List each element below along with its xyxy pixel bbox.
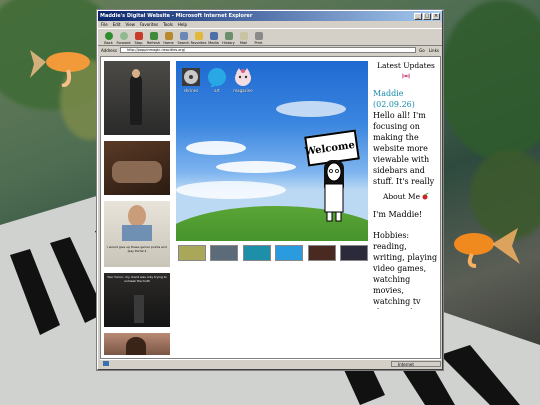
refresh-button[interactable]: Refresh (146, 32, 161, 45)
close-button[interactable]: × (432, 12, 440, 20)
goldfish-icon (30, 50, 90, 87)
favorites-button[interactable]: Favorites (191, 32, 206, 45)
paint-blob-icon (208, 68, 226, 87)
updates-heading: Latest Updates (377, 61, 435, 70)
refresh-icon (149, 32, 158, 40)
photo-woman-portrait[interactable] (104, 333, 170, 355)
desktop-icon-art[interactable]: art (206, 67, 228, 93)
page-content: I would give up these gamer points and p… (100, 56, 441, 359)
about-intro: I'm Maddie! (373, 210, 423, 219)
girl-holding-sign-drawing (324, 160, 344, 222)
update-date: (02.09.26) (373, 100, 415, 109)
forward-button[interactable]: Forward (116, 32, 131, 45)
menu-view[interactable]: View (125, 22, 135, 27)
media-icon (209, 32, 218, 40)
thumbnail-1[interactable] (178, 245, 206, 261)
go-button[interactable]: Go (419, 48, 425, 53)
photo-caption: I would give up these gamer points and p… (107, 245, 167, 253)
stop-button[interactable]: Stop (131, 32, 146, 45)
cd-icon (182, 68, 200, 86)
mail-icon (239, 32, 248, 40)
address-label: Address (101, 47, 117, 53)
photo-strip: I would give up these gamer points and p… (104, 61, 170, 358)
maximize-button[interactable]: □ (423, 12, 431, 20)
thumbnail-6[interactable] (339, 245, 368, 261)
menu-favorites[interactable]: Favorites (140, 22, 158, 27)
history-button[interactable]: History (221, 32, 236, 45)
thumbnail-3[interactable] (242, 245, 271, 261)
menu-file[interactable]: File (101, 22, 108, 27)
search-button[interactable]: Search (176, 32, 191, 45)
bow-icon (402, 73, 410, 79)
about-heading: About Me (373, 192, 439, 201)
thumbnail-5[interactable] (307, 245, 336, 261)
welcome-banner: shrines art magazine Welcome! (176, 61, 368, 241)
printer-icon (254, 32, 263, 40)
home-button[interactable]: Home (161, 32, 176, 45)
menu-help[interactable]: Help (178, 22, 187, 27)
photo-man-in-suit[interactable] (104, 61, 170, 135)
menu-tools[interactable]: Tools (163, 22, 173, 27)
security-zone: Internet (391, 360, 441, 367)
menu-bar: File Edit View Favorites Tools Help (98, 21, 442, 28)
status-bar: Internet (100, 359, 441, 367)
mail-button[interactable]: Mail (236, 32, 251, 45)
history-icon (224, 32, 233, 40)
address-bar: Address http://poppinmagic.neocities.org… (98, 46, 442, 54)
about-hobbies: Hobbies: reading, writing, playing video… (373, 231, 438, 309)
update-text: Hello all! I'm focusing on making the we… (373, 111, 435, 186)
desktop-icon-magazine[interactable]: magazine (232, 67, 254, 93)
about-box[interactable]: I'm Maddie! Hobbies: reading, writing, p… (373, 209, 439, 309)
stop-icon (134, 32, 143, 40)
back-arrow-icon (104, 32, 113, 40)
desktop-icon-shrines[interactable]: shrines (180, 67, 202, 93)
back-button[interactable]: Back (101, 32, 116, 45)
minimize-button[interactable]: _ (414, 12, 422, 20)
window-title: Maddie's Digital Website - Microsoft Int… (100, 13, 253, 19)
browser-window: Maddie's Digital Website - Microsoft Int… (97, 10, 443, 370)
thumbnail-2[interactable] (210, 245, 239, 261)
home-icon (164, 32, 173, 40)
search-icon (179, 32, 188, 40)
toolbar: Back Forward Stop Refresh Home Search Fa… (98, 28, 442, 46)
updates-box[interactable]: Maddie (02.09.26) Hello all! I'm focusin… (373, 88, 439, 186)
url-input[interactable]: http://poppinmagic.neocities.org/ (119, 47, 417, 53)
media-button[interactable]: Media (206, 32, 221, 45)
print-button[interactable]: Print (251, 32, 266, 45)
menu-edit[interactable]: Edit (113, 22, 121, 27)
photo-couch-scene[interactable] (104, 141, 170, 195)
update-author: Maddie (373, 89, 404, 98)
right-sidebar: Latest Updates Maddie (02.09.26) Hello a… (373, 61, 439, 309)
page-icon (103, 361, 109, 366)
star-icon (194, 32, 203, 40)
photo-meme-courtroom[interactable]: Your honor, my client was only trying to… (104, 273, 170, 327)
title-bar: Maddie's Digital Website - Microsoft Int… (98, 11, 442, 21)
cherry-icon (422, 193, 429, 200)
photo-meme-portal[interactable]: I would give up these gamer points and p… (104, 201, 170, 267)
links-button[interactable]: Links (429, 48, 439, 53)
forward-arrow-icon (119, 32, 128, 40)
cat-face-icon (235, 68, 251, 86)
thumbnail-row (178, 245, 368, 263)
thumbnail-4[interactable] (275, 245, 304, 261)
photo-caption: Your honor, my client was only trying to… (107, 275, 167, 283)
